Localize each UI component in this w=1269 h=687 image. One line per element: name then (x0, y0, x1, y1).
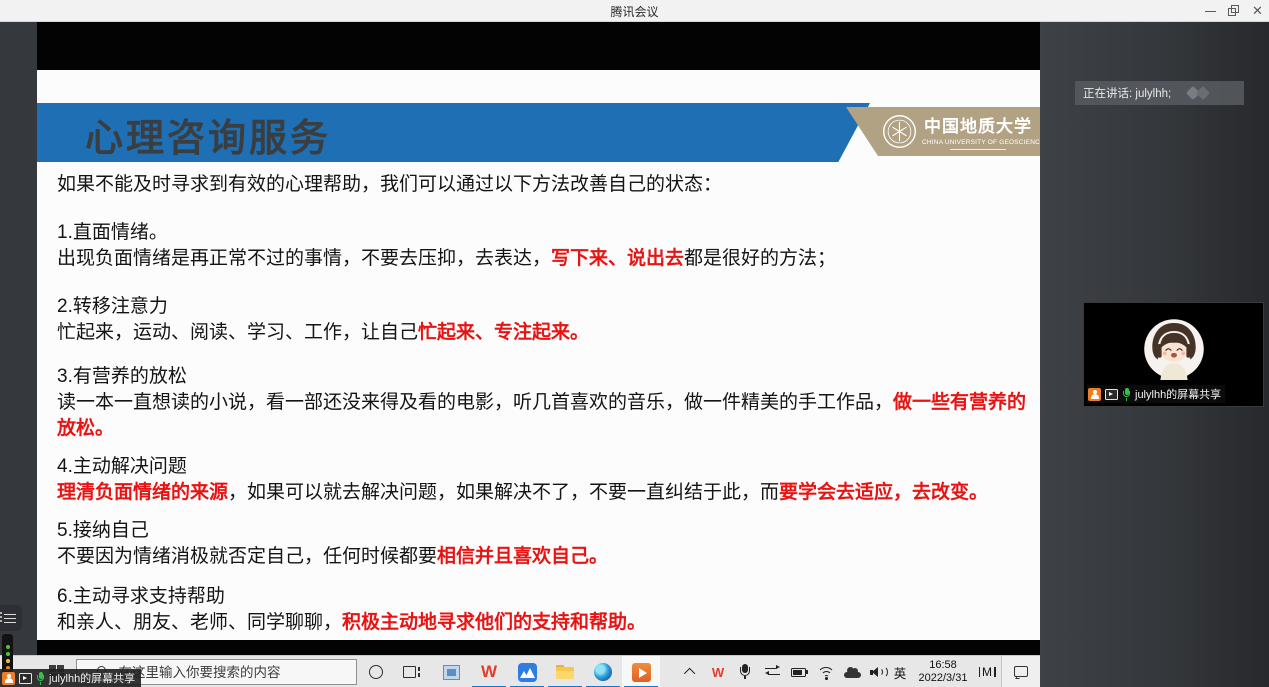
chevron-up-icon[interactable] (676, 656, 706, 687)
letterbox-left (0, 22, 37, 655)
clock-date: 2022/3/31 (919, 672, 968, 685)
switch-icon[interactable] (758, 656, 786, 687)
video-thumbnail[interactable]: julylhh的屏幕共享 (1083, 302, 1264, 407)
point-body: 读一本一直想读的小说，看一部还没来得及看的电影，听几首喜欢的音乐，做一件精美的手… (57, 390, 1027, 442)
tray-m-icon[interactable]: M (972, 656, 1002, 687)
slide-point-3: 3.有营养的放松 读一本一直想读的小说，看一部还没来得及看的电影，听几首喜欢的音… (57, 364, 1027, 442)
point-body: 和亲人、朋友、老师、同学聊聊，积极主动地寻求他们的支持和帮助。 (57, 610, 1027, 636)
wifi-icon[interactable] (812, 656, 840, 687)
letterbox-bottom (37, 640, 1040, 655)
microphone-icon[interactable] (731, 656, 759, 687)
letterbox-top (37, 22, 1040, 70)
presentation-slide: 心理咨询服务 中国地质大学 CHINA UNIVERSITY OF GEOSCI… (37, 70, 1040, 640)
slide-point-6: 6.主动寻求支持帮助 和亲人、朋友、老师、同学聊聊，积极主动地寻求他们的支持和帮… (57, 584, 1027, 636)
point-body: 不要因为情绪消极就否定自己，任何时候都要相信并且喜欢自己。 (57, 544, 1027, 570)
member-icon (1088, 388, 1101, 401)
thumbnail-name-label: julylhh的屏幕共享 (1087, 385, 1225, 403)
screen-share-icon (1105, 389, 1118, 400)
member-icon (2, 672, 15, 685)
app-window: 腾讯会议 ✕ 心理咨询服务 中国地质大学 CHINA UNIVERSITY OF… (0, 0, 1269, 687)
cortana-icon[interactable] (358, 656, 394, 687)
meeting-sidebar: 正在讲话: julylhh; (1040, 22, 1269, 687)
taskbar: W W (0, 655, 1040, 687)
file-explorer-icon[interactable] (546, 656, 584, 687)
avatar (1143, 318, 1205, 380)
university-name-en: CHINA UNIVERSITY OF GEOSCIENCES (922, 139, 1034, 146)
point-heading: 2.转移注意力 (57, 294, 1027, 320)
point-heading: 4.主动解决问题 (57, 454, 1027, 480)
wps-tray-icon[interactable]: W (704, 656, 732, 687)
university-banner: 中国地质大学 CHINA UNIVERSITY OF GEOSCIENCES (846, 107, 1040, 156)
mic-on-icon (36, 672, 45, 685)
speaking-banner: 正在讲话: julylhh; (1075, 81, 1244, 105)
slide-point-2: 2.转移注意力 忙起来，运动、阅读、学习、工作，让自己忙起来、专注起来。 (57, 294, 1027, 346)
thumbnail-name-text: julylhh的屏幕共享 (1135, 386, 1221, 402)
wps-icon[interactable]: W (470, 656, 508, 687)
clock-time: 16:58 (929, 659, 957, 672)
search-input[interactable] (117, 664, 347, 681)
photo-app-icon[interactable] (432, 656, 470, 687)
member-list-toggle[interactable] (0, 605, 22, 631)
slide-point-5: 5.接纳自己 不要因为情绪消极就否定自己，任何时候都要相信并且喜欢自己。 (57, 518, 1027, 570)
meeting-logo-watermark (1184, 86, 1218, 100)
slide-title: 心理咨询服务 (85, 107, 331, 162)
slide-intro: 如果不能及时寻求到有效的心理帮助，我们可以通过以下方法改善自己的状态： (57, 172, 1027, 198)
minimize-icon[interactable] (1199, 0, 1223, 22)
speaker-icon[interactable] (864, 656, 890, 687)
title-bar: 腾讯会议 ✕ (0, 0, 1269, 22)
point-heading: 5.接纳自己 (57, 518, 1027, 544)
university-motto-line (950, 149, 1006, 152)
shared-screen: 心理咨询服务 中国地质大学 CHINA UNIVERSITY OF GEOSCI… (0, 22, 1040, 687)
point-heading: 1.直面情绪。 (57, 220, 1027, 246)
presentation-app-icon[interactable] (622, 656, 660, 687)
university-name-cn: 中国地质大学 (922, 112, 1034, 137)
point-heading: 3.有营养的放松 (57, 364, 1027, 390)
slide-point-1: 1.直面情绪。 出现负面情绪是再正常不过的事情，不要去压抑，去表达，写下来、说出… (57, 220, 1027, 272)
mic-on-icon (1122, 388, 1131, 401)
note-icon[interactable] (1001, 656, 1040, 687)
university-name: 中国地质大学 CHINA UNIVERSITY OF GEOSCIENCES (922, 112, 1034, 152)
task-view-icon[interactable] (394, 656, 430, 687)
battery-icon[interactable] (785, 656, 813, 687)
share-label-text: julylhh的屏幕共享 (49, 670, 135, 686)
window-title: 腾讯会议 (0, 3, 1269, 20)
slide-point-4: 4.主动解决问题 理清负面情绪的来源，如果可以就去解决问题，如果解决不了，不要一… (57, 454, 1027, 506)
point-body: 出现负面情绪是再正常不过的事情，不要去压抑，去表达，写下来、说出去都是很好的方法… (57, 246, 1027, 272)
restore-icon[interactable] (1222, 0, 1246, 22)
point-heading: 6.主动寻求支持帮助 (57, 584, 1027, 610)
meeting-app-icon[interactable] (508, 656, 546, 687)
point-body: 忙起来，运动、阅读、学习、工作，让自己忙起来、专注起来。 (57, 320, 1027, 346)
cloud-icon[interactable] (838, 656, 866, 687)
screen-share-label: julylhh的屏幕共享 (0, 669, 141, 687)
close-icon[interactable]: ✕ (1245, 0, 1269, 22)
edge-icon[interactable] (584, 656, 622, 687)
taskbar-clock[interactable]: 16:58 2022/3/31 (912, 656, 974, 687)
input-language-indicator[interactable]: 英 (888, 656, 912, 687)
point-body: 理清负面情绪的来源，如果可以就去解决问题，如果解决不了，不要一直纠结于此，而要学… (57, 480, 1027, 506)
screen-share-icon (19, 673, 32, 684)
speaking-label: 正在讲话: julylhh; (1083, 85, 1171, 101)
university-seal-icon (882, 114, 917, 149)
